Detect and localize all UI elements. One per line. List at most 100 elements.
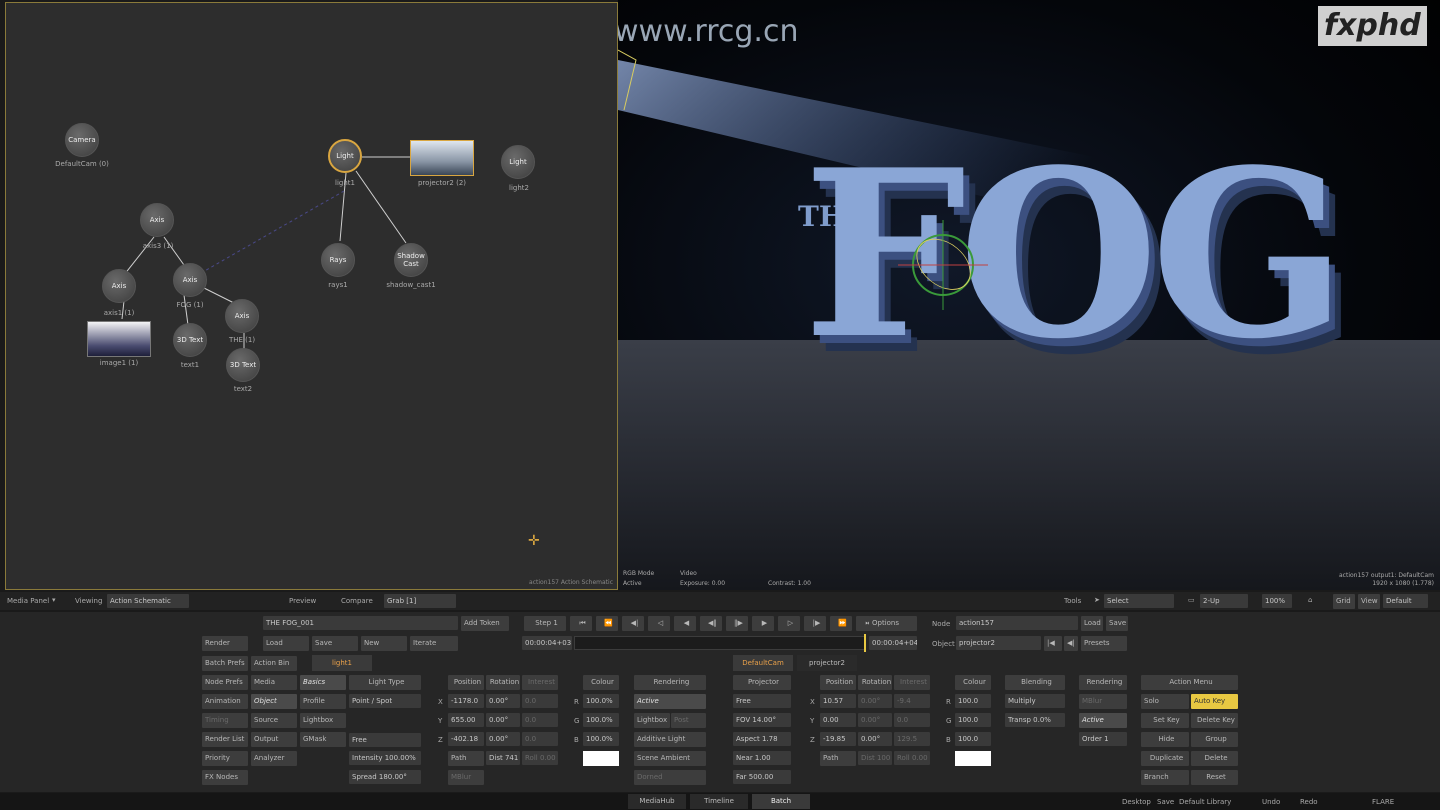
- spread-field[interactable]: Spread 180.00°: [349, 770, 421, 784]
- light-pos-y[interactable]: 655.00: [448, 713, 484, 727]
- fx-nodes-button[interactable]: FX Nodes: [202, 770, 248, 785]
- save-button[interactable]: Save: [312, 636, 358, 651]
- transparency-field[interactable]: Transp 0.0%: [1005, 713, 1065, 727]
- new-button[interactable]: New: [361, 636, 407, 651]
- proj-colour-g[interactable]: 100.0: [955, 713, 991, 727]
- light-rot-z[interactable]: 0.00°: [486, 732, 520, 746]
- shadow-cast-node[interactable]: Shadow Cast: [394, 243, 428, 277]
- clip-name-field[interactable]: THE FOG_001: [263, 616, 458, 630]
- order-field[interactable]: Order 1: [1079, 732, 1127, 746]
- step-forward-icon[interactable]: |▶: [804, 616, 826, 631]
- analyzer-button[interactable]: Analyzer: [251, 751, 297, 766]
- proj-colour-r[interactable]: 100.0: [955, 694, 991, 708]
- select-tool[interactable]: Select: [1104, 594, 1174, 608]
- light-mblur-button[interactable]: MBlur: [448, 770, 484, 785]
- presets-button[interactable]: Presets: [1081, 636, 1127, 651]
- light-rot-x[interactable]: 0.00°: [486, 694, 520, 708]
- profile-button[interactable]: Profile: [300, 694, 346, 709]
- timecode-in[interactable]: 00:00:04+03: [522, 636, 572, 650]
- light-path-button[interactable]: Path: [448, 751, 484, 766]
- light-colour-r[interactable]: 100.0%: [583, 694, 619, 708]
- grid-button[interactable]: Grid: [1333, 594, 1355, 609]
- grab-field[interactable]: Grab [1]: [384, 594, 456, 608]
- light-colour-g[interactable]: 100.0%: [583, 713, 619, 727]
- proj-rot-z[interactable]: 0.00°: [858, 732, 892, 746]
- tab-defaultcam[interactable]: DefaultCam: [733, 655, 793, 671]
- projector-thumbnail[interactable]: [410, 140, 474, 176]
- home-icon[interactable]: ⌂: [1308, 596, 1312, 604]
- gmask-button[interactable]: GMask: [300, 732, 346, 747]
- iterate-button[interactable]: Iterate: [410, 636, 458, 651]
- light-colour-b[interactable]: 100.0%: [583, 732, 619, 746]
- play-icon[interactable]: ▶: [752, 616, 774, 631]
- lightbox-toggle[interactable]: Lightbox: [634, 713, 670, 728]
- proj-colour-b[interactable]: 100.0: [955, 732, 991, 746]
- rays-node[interactable]: Rays: [321, 243, 355, 277]
- tab-mediahub[interactable]: MediaHub: [628, 794, 686, 809]
- far-field[interactable]: Far 500.00: [733, 770, 791, 784]
- lightbox-button[interactable]: Lightbox: [300, 713, 346, 728]
- view-default-select[interactable]: Default: [1383, 594, 1428, 608]
- proj-colour-swatch[interactable]: [955, 751, 991, 766]
- proj-pos-y[interactable]: 0.00: [820, 713, 856, 727]
- bottom-save-button[interactable]: Save: [1157, 798, 1174, 806]
- duplicate-button[interactable]: Duplicate: [1141, 751, 1189, 766]
- play-back-icon[interactable]: ◀: [674, 616, 696, 631]
- camera-node[interactable]: Camera: [65, 123, 99, 157]
- the-axis-node[interactable]: Axis: [225, 299, 259, 333]
- text1-node[interactable]: 3D Text: [173, 323, 207, 357]
- two-up-select[interactable]: 2-Up: [1200, 594, 1248, 608]
- proj-rot-x[interactable]: 0.00°: [858, 694, 892, 708]
- transform-gizmo[interactable]: [898, 220, 988, 310]
- step-button[interactable]: Step 1: [524, 616, 566, 631]
- proj-path-button[interactable]: Path: [820, 751, 856, 766]
- intensity-field[interactable]: Intensity 100.00%: [349, 751, 421, 765]
- auto-key-toggle[interactable]: Auto Key: [1191, 694, 1238, 709]
- library-select[interactable]: Default Library: [1179, 798, 1231, 806]
- action-schematic[interactable]: Camera DefaultCam (0) Light light1 Light…: [5, 2, 618, 590]
- light-colour-swatch[interactable]: [583, 751, 619, 766]
- undo-button[interactable]: Undo: [1262, 798, 1280, 806]
- step-back-icon[interactable]: ◀|: [622, 616, 644, 631]
- proj-mblur-toggle[interactable]: MBlur: [1079, 694, 1127, 709]
- compare-button[interactable]: Compare: [341, 597, 373, 605]
- solo-button[interactable]: Solo: [1141, 694, 1189, 709]
- render-button[interactable]: Render: [202, 636, 248, 651]
- proj-pos-x[interactable]: 10.57: [820, 694, 856, 708]
- add-token-button[interactable]: Add Token: [461, 616, 509, 631]
- tab-light1[interactable]: light1: [312, 655, 372, 671]
- render-list-button[interactable]: Render List: [202, 732, 248, 747]
- go-start-icon[interactable]: ⏮: [570, 616, 592, 631]
- pause-forward-icon[interactable]: ‖▶: [726, 616, 748, 631]
- pause-back-icon[interactable]: ◀‖: [700, 616, 722, 631]
- light-pos-z[interactable]: -402.18: [448, 732, 484, 746]
- light-int-y[interactable]: 0.0: [522, 713, 558, 727]
- priority-button[interactable]: Priority: [202, 751, 248, 766]
- next-object-icon[interactable]: ◀|: [1064, 636, 1078, 651]
- set-key-button[interactable]: Set Key: [1141, 713, 1189, 728]
- timing-button[interactable]: Timing: [202, 713, 248, 728]
- light-int-z[interactable]: 0.0: [522, 732, 558, 746]
- axis1-node[interactable]: Axis: [102, 269, 136, 303]
- scene-ambient-extra[interactable]: Dorned: [634, 770, 706, 785]
- playhead[interactable]: [864, 634, 866, 652]
- light-rot-y[interactable]: 0.00°: [486, 713, 520, 727]
- fog-axis-node[interactable]: Axis: [173, 263, 207, 297]
- aspect-field[interactable]: Aspect 1.78: [733, 732, 791, 746]
- proj-int-y[interactable]: 0.0: [894, 713, 930, 727]
- text2-node[interactable]: 3D Text: [226, 348, 260, 382]
- light-pos-x[interactable]: -1178.0: [448, 694, 484, 708]
- media-panel-menu[interactable]: Media Panel: [7, 597, 49, 605]
- source-button[interactable]: Source: [251, 713, 297, 728]
- image-thumbnail[interactable]: [87, 321, 151, 357]
- proj-active-toggle[interactable]: Active: [1079, 713, 1127, 728]
- light-dist-field[interactable]: Dist 741: [486, 751, 520, 765]
- basics-tab[interactable]: Basics: [300, 675, 346, 690]
- delete-key-button[interactable]: Delete Key: [1191, 713, 1238, 728]
- branch-button[interactable]: Branch: [1141, 770, 1189, 785]
- reset-button[interactable]: Reset: [1191, 770, 1238, 785]
- proj-pos-z[interactable]: -19.85: [820, 732, 856, 746]
- preview-button[interactable]: Preview: [289, 597, 316, 605]
- action-bin-button[interactable]: Action Bin: [251, 656, 297, 671]
- prev-object-icon[interactable]: |◀: [1044, 636, 1062, 651]
